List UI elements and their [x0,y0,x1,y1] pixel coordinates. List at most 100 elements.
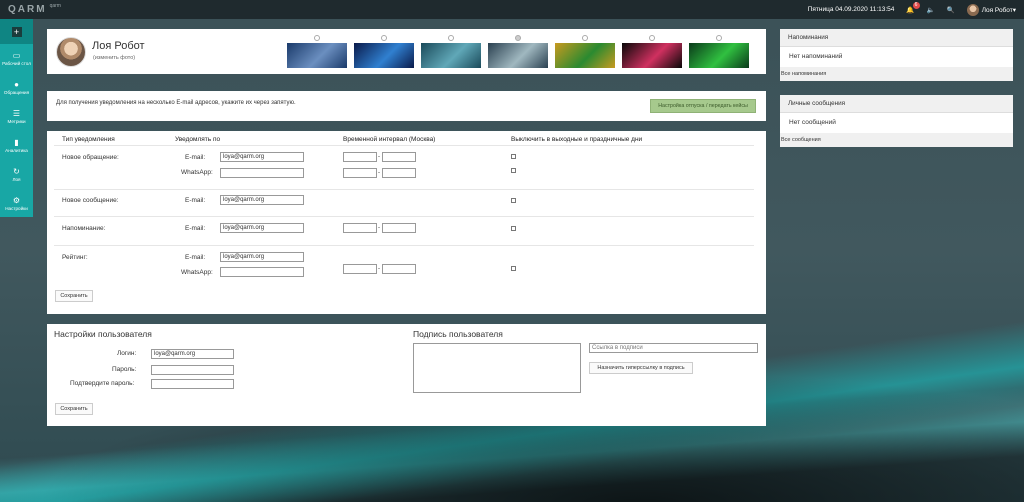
sidebar-item-requests[interactable]: ● Обращения [0,73,33,102]
wallpaper-radio[interactable] [716,35,722,41]
sidebar-item-label: Метрики [7,118,26,124]
wallpaper-thumbnail[interactable] [689,43,749,68]
change-photo-link[interactable]: (изменить фото) [93,55,135,61]
sidebar-item-label: Настройки [5,205,28,211]
login-field[interactable]: loya@qarm.org [151,349,234,359]
sidebar-item-analytics[interactable]: ▮ Аналитика [0,131,33,160]
wallpaper-thumbnail[interactable] [354,43,414,68]
loop-icon: ↻ [13,166,20,176]
interval-to-rating[interactable] [382,264,416,274]
interval-from-reminder[interactable] [343,223,377,233]
email-label: E-mail: [185,254,206,261]
weekend-checkbox-rating[interactable] [511,266,516,271]
bell-icon[interactable]: 🔔 6 [906,1,920,14]
messages-title: Личные сообщения [780,95,1013,113]
row-label-rating: Рейтинг: [62,254,88,261]
interval-from-rating[interactable] [343,264,377,274]
signature-textarea[interactable] [413,343,581,393]
all-reminders-link[interactable]: Все напоминания [780,67,1013,81]
dash: - [378,170,380,176]
wallpaper-radio[interactable] [582,35,588,41]
dash: - [378,225,380,231]
profile-name: Лоя Робот [92,40,145,52]
confirm-password-field[interactable] [151,379,234,389]
user-name: Лоя Робот▾ [981,6,1016,14]
email-field-rating[interactable]: loya@qarm.org [220,252,304,262]
column-header-channel: Уведомлять по [175,136,221,143]
wallpaper-thumbnail[interactable] [555,43,615,68]
email-field-new-message[interactable]: loya@qarm.org [220,195,304,205]
whatsapp-field-rating[interactable] [220,267,304,277]
email-field-new-request[interactable]: loya@qarm.org [220,152,304,162]
interval-from-new-request-whatsapp[interactable] [343,168,377,178]
password-field[interactable] [151,365,234,375]
vacation-settings-button[interactable]: Настройка отпуска / передать кейсы [650,99,756,113]
sidebar-item-desktop[interactable]: ▭ Рабочий стол [0,44,33,73]
app-logo[interactable]: QARM [8,4,47,15]
search-icon[interactable]: 🔍 [947,6,955,14]
sidebar-item-settings[interactable]: ⚙ Настройки [0,189,33,218]
user-menu[interactable]: Лоя Робот▾ [966,3,1016,16]
wallpaper-radio[interactable] [314,35,320,41]
gear-icon: ⚙ [12,195,21,205]
signature-link-input[interactable]: Ссылка в подписи [589,343,758,353]
wallpaper-radio[interactable] [515,35,521,41]
reminders-panel: Напоминания Нет напоминаний Все напомина… [780,29,1013,81]
divider [54,245,754,246]
wallpaper-thumbnail[interactable] [488,43,548,68]
avatar[interactable] [56,37,86,67]
user-settings-panel: Настройки пользователя Логин: loya@qarm.… [47,324,766,426]
save-user-settings-button[interactable]: Сохранить [55,403,93,415]
chat-icon: ● [14,79,19,89]
wallpaper-thumbnail[interactable] [421,43,481,68]
column-header-type: Тип уведомления [62,136,115,143]
interval-to-new-request-whatsapp[interactable] [382,168,416,178]
avatar [966,3,979,16]
email-label: E-mail: [185,197,206,204]
wallpaper-thumbnail[interactable] [622,43,682,68]
reminders-title: Напоминания [780,29,1013,47]
notification-badge: 6 [912,1,920,9]
wallpaper-radio[interactable] [381,35,387,41]
row-label-new-message: Новое сообщение: [62,197,119,204]
login-label: Логин: [117,350,137,357]
confirm-password-label: Подтвердите пароль: [70,380,135,387]
speaker-icon[interactable]: 🔈 [927,6,935,14]
row-label-new-request: Новое обращение: [62,154,119,161]
sidebar-item-label: Аналитика [5,147,28,153]
all-messages-link[interactable]: Все сообщения [780,133,1013,147]
interval-from-new-request-email[interactable] [343,152,377,162]
divider [54,145,754,146]
bar-chart-icon: ▮ [14,137,19,147]
profile-panel: Лоя Робот (изменить фото) [47,29,766,74]
add-button[interactable]: + [0,19,33,44]
password-label: Пароль: [112,366,137,373]
dash: - [378,266,380,272]
sidebar-item-metrics[interactable]: ☰ Метрики [0,102,33,131]
wallpaper-radio[interactable] [649,35,655,41]
messages-empty: Нет сообщений [789,119,836,126]
whatsapp-field-new-request[interactable] [220,168,304,178]
wallpaper-radio[interactable] [448,35,454,41]
interval-to-new-request-email[interactable] [382,152,416,162]
weekend-checkbox-new-message[interactable] [511,198,516,203]
sidebar-item-loya[interactable]: ↻ Лоя [0,160,33,189]
interval-to-reminder[interactable] [382,223,416,233]
weekend-checkbox-new-request-email[interactable] [511,154,516,159]
notification-settings-panel: Тип уведомления Уведомлять по Временной … [47,131,766,314]
assign-hyperlink-button[interactable]: Назначить гиперссылку в подпись [589,362,693,374]
row-label-reminder: Напоминание: [62,225,106,232]
list-icon: ☰ [12,108,21,118]
wallpaper-thumbnail[interactable] [287,43,347,68]
monitor-icon: ▭ [12,50,21,60]
top-bar: QARM qarm Пятница 04.09.2020 11:13:54 🔔 6… [0,0,1024,19]
wallpaper-picker [287,33,762,71]
reminders-empty: Нет напоминаний [789,53,843,60]
weekend-checkbox-reminder[interactable] [511,226,516,231]
weekend-checkbox-new-request-whatsapp[interactable] [511,168,516,173]
user-settings-title: Настройки пользователя [54,329,152,339]
top-bar-right: Пятница 04.09.2020 11:13:54 🔔 6 🔈 🔍 Лоя Р… [808,0,1016,19]
email-label: E-mail: [185,225,206,232]
email-field-reminder[interactable]: loya@qarm.org [220,223,304,233]
save-notifications-button[interactable]: Сохранить [55,290,93,302]
